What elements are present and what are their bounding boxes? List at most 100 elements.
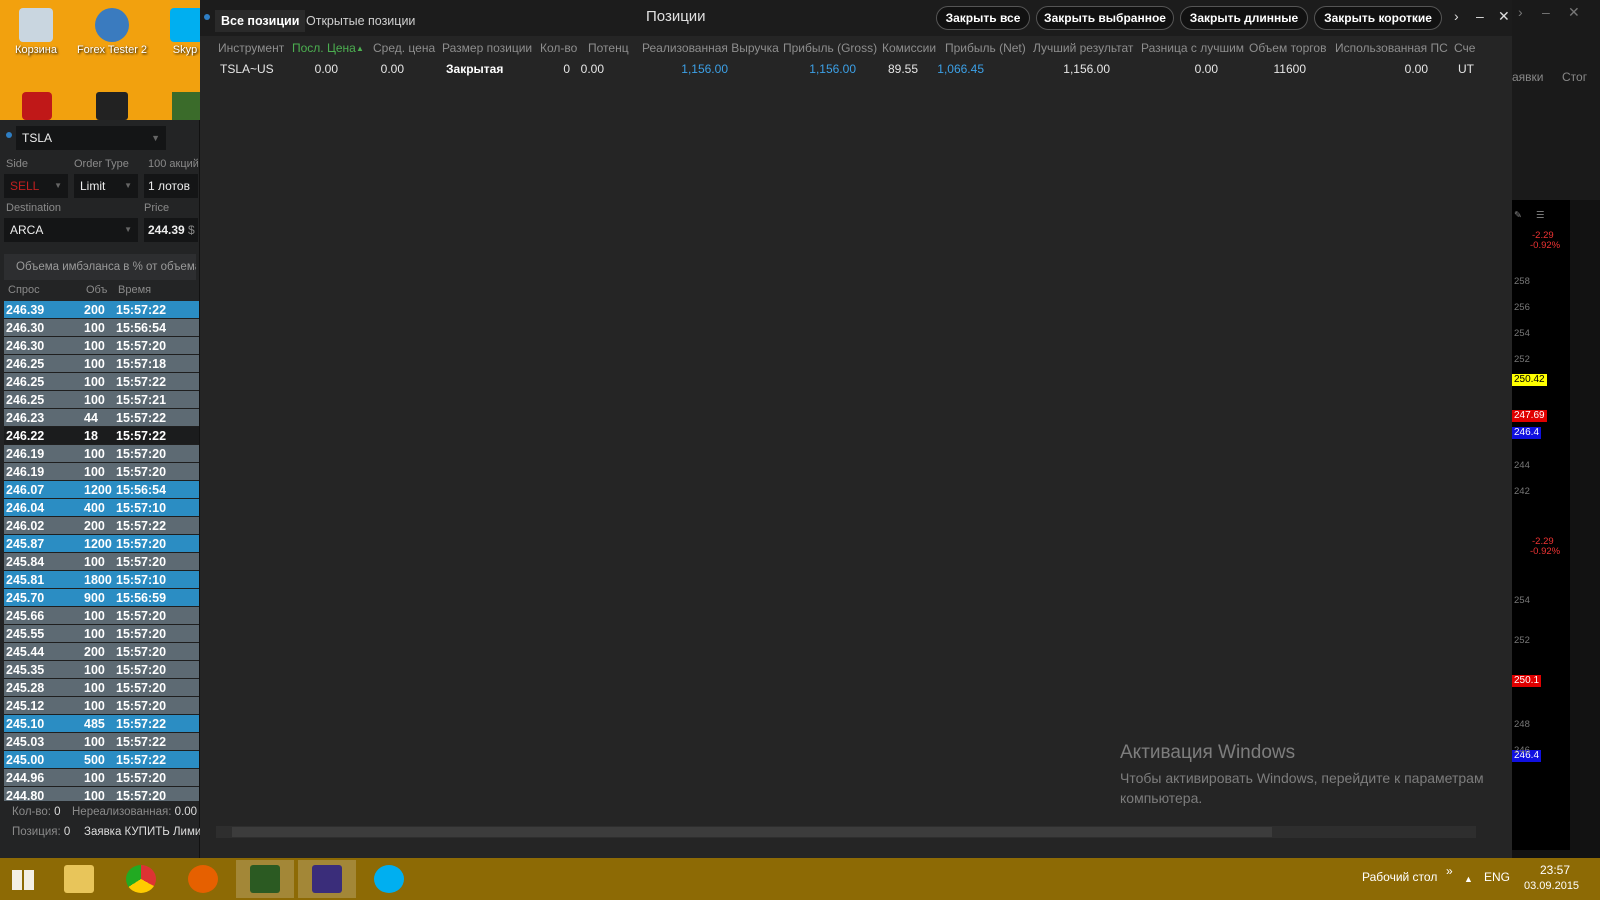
order-book-row[interactable]: 246.25 100 15:57:21 xyxy=(4,391,199,409)
menu-icon[interactable]: ☰ xyxy=(1536,210,1545,221)
axis-tick-label: 252 xyxy=(1514,354,1530,365)
order-book-price: 245.12 xyxy=(6,699,45,713)
column-header[interactable]: Прибыль (Net) xyxy=(945,41,1026,55)
destination-select[interactable]: ARCA ▼ xyxy=(4,218,138,242)
order-book-row[interactable]: 245.44 200 15:57:20 xyxy=(4,643,199,661)
order-book-row[interactable]: 245.03 100 15:57:22 xyxy=(4,733,199,751)
taskbar-firefox[interactable] xyxy=(174,860,232,898)
order-book-row[interactable]: 245.70 900 15:56:59 xyxy=(4,589,199,607)
column-header[interactable]: Кол-во xyxy=(540,41,577,55)
language-indicator[interactable]: ENG xyxy=(1484,870,1510,884)
tab-open-positions[interactable]: Открытые позиции xyxy=(300,10,421,32)
close-icon[interactable]: ✕ xyxy=(1498,8,1510,25)
tray-up-arrow-icon[interactable]: ▲ xyxy=(1464,874,1473,884)
column-header[interactable]: Комиссии xyxy=(882,41,936,55)
desktop-icon-recycle-bin[interactable]: Корзина xyxy=(0,2,76,56)
side-select[interactable]: SELL ▼ xyxy=(4,174,68,198)
col-bid[interactable]: Спрос xyxy=(8,280,40,300)
taskbar-trading-app[interactable] xyxy=(236,860,294,898)
column-header[interactable]: Объем торгов xyxy=(1249,41,1326,55)
order-book-row[interactable]: 246.04 400 15:57:10 xyxy=(4,499,199,517)
window-dot-icon xyxy=(204,14,210,20)
desktop-toolbar-label[interactable]: Рабочий стол xyxy=(1362,870,1437,884)
close-selected-button[interactable]: Закрыть выбранное xyxy=(1036,6,1174,30)
price-chart[interactable]: ✎ ☰ -2.29 -0.92% -2.29 -0.92% 250.42 247.… xyxy=(1512,200,1570,850)
column-header[interactable]: Потенц xyxy=(588,41,629,55)
order-book-volume: 100 xyxy=(84,627,105,641)
order-book-row[interactable]: 246.22 18 15:57:22 xyxy=(4,427,199,445)
qty-input[interactable]: 1 лотов xyxy=(144,174,198,198)
desktop-icon-full-app[interactable] xyxy=(96,92,128,120)
clock-time[interactable]: 23:57 xyxy=(1540,863,1570,877)
horizontal-scrollbar[interactable] xyxy=(216,826,1476,838)
order-type-select[interactable]: Limit ▼ xyxy=(74,174,138,198)
order-book-row[interactable]: 246.25 100 15:57:22 xyxy=(4,373,199,391)
order-book-row[interactable]: 246.02 200 15:57:22 xyxy=(4,517,199,535)
order-book-row[interactable]: 246.30 100 15:57:20 xyxy=(4,337,199,355)
order-book-row[interactable]: 246.19 100 15:57:20 xyxy=(4,463,199,481)
clock-date[interactable]: 03.09.2015 xyxy=(1524,880,1579,892)
order-book-row[interactable]: 245.35 100 15:57:20 xyxy=(4,661,199,679)
taskbar-skype[interactable] xyxy=(360,860,418,898)
chevron-right-icon[interactable]: › xyxy=(1518,4,1523,20)
table-cell: 0.00 xyxy=(314,62,338,76)
desktop-icon-skype[interactable]: Skyp xyxy=(144,2,200,56)
table-cell: 11600 xyxy=(1273,62,1306,76)
pin-icon[interactable]: ✎ xyxy=(1514,210,1522,221)
order-book-list[interactable]: 246.39 200 15:57:22 246.30 100 15:56:54 246.30… xyxy=(4,301,199,801)
order-book-row[interactable]: 245.12 100 15:57:20 xyxy=(4,697,199,715)
order-book-row[interactable]: 245.81 1800 15:57:10 xyxy=(4,571,199,589)
column-header[interactable]: Разница с лучшим xyxy=(1141,41,1244,55)
desktop-icon-app-green[interactable] xyxy=(172,92,200,120)
close-long-button[interactable]: Закрыть длинные xyxy=(1180,6,1308,30)
order-book-row[interactable]: 246.25 100 15:57:18 xyxy=(4,355,199,373)
close-short-button[interactable]: Закрыть короткие xyxy=(1314,6,1442,30)
column-header[interactable]: Размер позиции xyxy=(442,41,532,55)
desktop-icon-3d-app[interactable] xyxy=(22,92,52,120)
order-book-row[interactable]: 245.00 500 15:57:22 xyxy=(4,751,199,769)
table-row[interactable]: TSLA~US 0.00 0.00 Закрытая 0 0.00 1,156.00 1,15… xyxy=(200,60,1512,80)
change-percent: -0.92% xyxy=(1530,240,1561,251)
order-book-row[interactable]: 245.28 100 15:57:20 xyxy=(4,679,199,697)
order-book-row[interactable]: 245.87 1200 15:57:20 xyxy=(4,535,199,553)
col-time[interactable]: Время xyxy=(118,280,151,300)
close-all-button[interactable]: Закрыть все xyxy=(936,6,1030,30)
tab-all-positions[interactable]: Все позиции xyxy=(215,10,306,32)
taskbar-app-blue[interactable] xyxy=(298,860,356,898)
column-header[interactable]: Прибыль (Gross) xyxy=(783,41,877,55)
order-book-row[interactable]: 244.96 100 15:57:20 xyxy=(4,769,199,787)
order-book-row[interactable]: 246.30 100 15:56:54 xyxy=(4,319,199,337)
order-book-row[interactable]: 246.39 200 15:57:22 xyxy=(4,301,199,319)
chevron-right-icon[interactable]: › xyxy=(1454,8,1459,24)
column-header[interactable]: Посл. Цена xyxy=(292,41,356,55)
order-book-row[interactable]: 246.07 1200 15:56:54 xyxy=(4,481,199,499)
taskbar-explorer[interactable] xyxy=(50,860,108,898)
start-button[interactable] xyxy=(0,860,48,898)
order-book-row[interactable]: 245.55 100 15:57:20 xyxy=(4,625,199,643)
column-header[interactable]: Сче xyxy=(1454,41,1475,55)
taskbar-chrome[interactable] xyxy=(112,860,170,898)
column-header[interactable]: Лучший результат xyxy=(1033,41,1133,55)
order-book-row[interactable]: 245.10 485 15:57:22 xyxy=(4,715,199,733)
order-book-row[interactable]: 245.84 100 15:57:20 xyxy=(4,553,199,571)
order-book-row[interactable]: 245.66 100 15:57:20 xyxy=(4,607,199,625)
symbol-select[interactable]: TSLA ▼ xyxy=(16,126,166,150)
column-header[interactable]: Использованная ПС xyxy=(1335,41,1448,55)
order-book-row[interactable]: 246.23 44 15:57:22 xyxy=(4,409,199,427)
minimize-icon[interactable]: – xyxy=(1476,8,1484,24)
double-chevron-icon[interactable]: » xyxy=(1446,864,1453,878)
scrollbar-thumb[interactable] xyxy=(232,827,1272,837)
order-book-row[interactable]: 244.80 100 15:57:20 xyxy=(4,787,199,801)
column-header[interactable]: Реализованная Выручка xyxy=(642,41,779,55)
minimize-icon[interactable]: – xyxy=(1542,4,1550,20)
order-book-row[interactable]: 246.19 100 15:57:20 xyxy=(4,445,199,463)
column-header[interactable]: Сред. цена xyxy=(373,41,435,55)
desktop-icon-forex-tester[interactable]: Forex Tester 2 xyxy=(72,2,152,56)
order-book-time: 15:56:54 xyxy=(116,321,167,335)
close-icon[interactable]: ✕ xyxy=(1568,4,1580,21)
imbalance-filter[interactable]: Объема имбэланса в % от объема xyxy=(4,254,196,280)
price-input[interactable]: 244.39 $ xyxy=(144,218,198,242)
order-book-price: 245.00 xyxy=(6,753,45,767)
col-volume[interactable]: Объ xyxy=(86,280,107,300)
column-header[interactable]: Инструмент xyxy=(218,41,284,55)
